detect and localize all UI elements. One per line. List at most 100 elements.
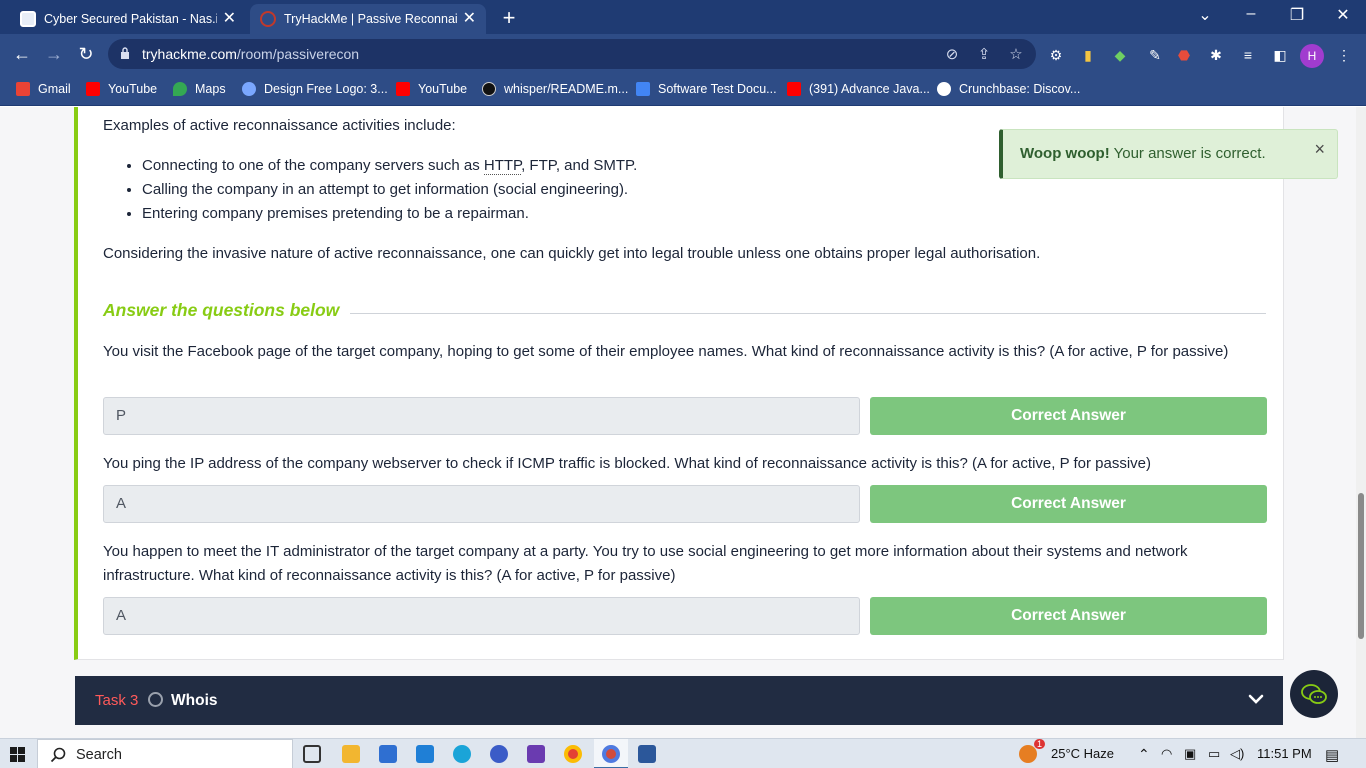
lock-icon	[121, 47, 129, 59]
page-scrollbar[interactable]	[1356, 107, 1366, 738]
tab-cyber-secured-pakistan[interactable]: Cyber Secured Pakistan - Nas.io N ✕	[10, 4, 246, 34]
puzzle-extensions-icon[interactable]: ✱	[1206, 45, 1226, 65]
notifications-icon[interactable]: ▤	[1325, 746, 1339, 764]
question-1-text: You visit the Facebook page of the targe…	[103, 343, 1229, 360]
chrome-icon[interactable]	[564, 745, 582, 763]
word-icon[interactable]	[638, 745, 656, 763]
github-icon	[482, 82, 496, 96]
nasio-favicon-icon	[20, 11, 36, 27]
clock-time[interactable]: 11:51 PM	[1257, 746, 1312, 761]
extension-icon[interactable]: ▮	[1078, 45, 1098, 65]
tab-title: TryHackMe | Passive Reconnaissa	[284, 12, 457, 26]
restore-icon[interactable]: ❐	[1282, 5, 1312, 25]
bookmark-advance-java[interactable]: (391) Advance Java...	[787, 82, 930, 96]
close-tab-icon[interactable]: ✕	[223, 11, 236, 27]
scrollbar-thumb[interactable]	[1358, 493, 1364, 639]
bookmarks-bar: Gmail YouTube Maps Design Free Logo: 3..…	[0, 74, 1366, 106]
tab-tryhackme[interactable]: TryHackMe | Passive Reconnaissa ✕	[250, 4, 486, 34]
task-title: Whois	[171, 692, 218, 709]
search-icon	[50, 747, 66, 763]
media-player-icon[interactable]	[490, 745, 508, 763]
windows-start-icon[interactable]	[10, 747, 25, 762]
bookmark-whisper-readme[interactable]: whisper/README.m...	[482, 82, 628, 96]
success-toast: Woop woop! Your answer is correct. ×	[999, 129, 1338, 179]
pen-extension-icon[interactable]: ✎	[1145, 45, 1165, 65]
youtube-icon	[396, 82, 410, 96]
list-item: Calling the company in an attempt to get…	[142, 181, 637, 205]
gmail-icon	[16, 82, 30, 96]
task-status-circle-icon	[148, 692, 163, 707]
youtube-icon	[86, 82, 100, 96]
bookmark-gmail[interactable]: Gmail	[16, 82, 71, 96]
browser-tab-strip: Cyber Secured Pakistan - Nas.io N ✕ TryH…	[0, 0, 1366, 34]
chat-button[interactable]	[1290, 670, 1338, 718]
forward-icon[interactable]: →	[41, 42, 67, 68]
new-tab-button[interactable]: +	[498, 5, 520, 31]
bookmark-maps[interactable]: Maps	[173, 82, 226, 96]
search-label: Search	[76, 747, 122, 763]
task-3-header[interactable]: Task 3 Whois	[75, 676, 1283, 725]
eye-slash-icon[interactable]: ⊘	[942, 45, 962, 63]
network-icon[interactable]: ▣	[1184, 746, 1196, 762]
edge-icon[interactable]	[453, 745, 471, 763]
close-window-icon[interactable]: ✕	[1328, 5, 1358, 25]
list-item: Entering company premises pretending to …	[142, 205, 637, 229]
battery-icon[interactable]: ▭	[1208, 746, 1220, 762]
weather-badge: 1	[1034, 739, 1046, 749]
globe-icon	[937, 82, 951, 96]
settings-extension-icon[interactable]: ⚙	[1046, 45, 1066, 65]
question-3-text: You happen to meet the IT administrator …	[103, 543, 1188, 584]
correct-answer-button-2[interactable]: Correct Answer	[870, 485, 1267, 523]
store-icon[interactable]	[379, 745, 397, 763]
correct-answer-button-3[interactable]: Correct Answer	[870, 597, 1267, 635]
page-viewport: Examples of active reconnaissance activi…	[0, 107, 1366, 738]
bookmark-crunchbase[interactable]: Crunchbase: Discov...	[937, 82, 1080, 96]
task-content-card: Examples of active reconnaissance activi…	[74, 107, 1284, 660]
answer-2-input[interactable]: A	[103, 485, 860, 523]
chevron-down-icon[interactable]	[1247, 690, 1265, 708]
file-explorer-icon[interactable]	[342, 745, 360, 763]
globe-extension-icon[interactable]: ◆	[1110, 45, 1130, 65]
volume-icon[interactable]: ◁)	[1230, 746, 1244, 762]
bookmark-youtube-2[interactable]: YouTube	[396, 82, 467, 96]
close-tab-icon[interactable]: ✕	[463, 11, 476, 27]
task-view-icon[interactable]	[303, 745, 321, 763]
menu-kebab-icon[interactable]: ⋮	[1334, 45, 1354, 65]
profile-avatar[interactable]: H	[1300, 44, 1324, 68]
media-control-icon[interactable]: ≡	[1238, 45, 1258, 65]
toast-message: Woop woop! Your answer is correct.	[1020, 145, 1266, 162]
windows-taskbar: Search 1 25°C Haze ⌃ ◠ ▣ ▭ ◁) 11:51 PM ▤	[0, 738, 1366, 768]
bookmark-star-icon[interactable]: ☆	[1006, 45, 1026, 63]
weather-text[interactable]: 25°C Haze	[1051, 746, 1114, 761]
active-recon-list: Connecting to one of the company servers…	[142, 157, 637, 229]
chat-icon	[1301, 684, 1327, 704]
tray-chevron-icon[interactable]: ⌃	[1138, 746, 1150, 763]
toast-close-icon[interactable]: ×	[1314, 139, 1325, 160]
taskbar-search[interactable]: Search	[37, 739, 293, 768]
logo-site-icon	[242, 82, 256, 96]
reload-icon[interactable]: ↻	[73, 42, 99, 68]
address-bar[interactable]: tryhackme.com/room/passiverecon ⊘ ⇪ ☆	[108, 39, 1036, 69]
bookmark-youtube[interactable]: YouTube	[86, 82, 157, 96]
back-icon[interactable]: ←	[9, 42, 35, 68]
answer-1-input[interactable]: P	[103, 397, 860, 435]
bookmark-design-logo[interactable]: Design Free Logo: 3...	[242, 82, 388, 96]
hex-editor-icon[interactable]	[527, 745, 545, 763]
tab-search-chevron-icon[interactable]: ⌄	[1190, 5, 1220, 25]
maps-icon	[173, 82, 187, 96]
bookmark-software-test-doc[interactable]: Software Test Docu...	[636, 82, 777, 96]
answer-3-input[interactable]: A	[103, 597, 860, 635]
chrome-profile-icon[interactable]	[602, 745, 620, 763]
google-docs-icon	[636, 82, 650, 96]
side-panel-icon[interactable]: ◧	[1270, 45, 1290, 65]
list-item: Connecting to one of the company servers…	[142, 157, 637, 181]
correct-answer-button-1[interactable]: Correct Answer	[870, 397, 1267, 435]
adblock-extension-icon[interactable]: ⬣	[1174, 45, 1194, 65]
divider	[350, 313, 1266, 314]
wifi-icon[interactable]: ◠	[1161, 746, 1172, 762]
share-icon[interactable]: ⇪	[974, 45, 994, 63]
tab-title: Cyber Secured Pakistan - Nas.io N	[44, 12, 217, 26]
mail-icon[interactable]	[416, 745, 434, 763]
weather-icon[interactable]	[1019, 745, 1037, 763]
minimize-icon[interactable]: –	[1236, 5, 1266, 23]
